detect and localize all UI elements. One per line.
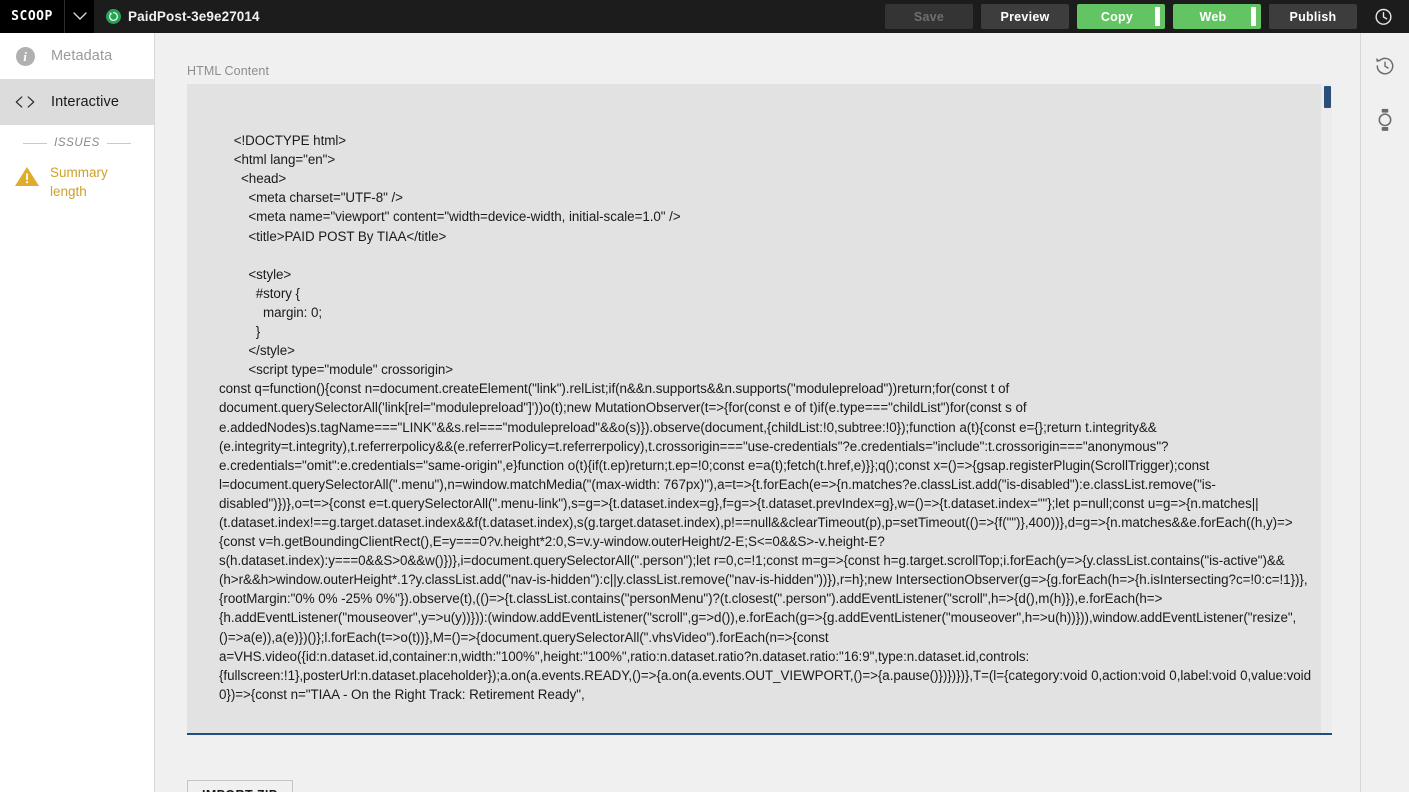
publish-button[interactable]: Publish: [1269, 4, 1357, 29]
html-content-textarea[interactable]: <!DOCTYPE html> <html lang="en"> <head> …: [187, 84, 1332, 733]
issues-section-header: ISSUES: [0, 137, 154, 149]
web-button-label: Web: [1199, 9, 1227, 24]
top-bar: SCOOP PaidPost-3e9e27014 Save Preview Co…: [0, 0, 1409, 33]
sync-glyph: [109, 12, 118, 21]
chevron-down-icon: [72, 12, 87, 20]
copy-button-split-handle[interactable]: [1155, 7, 1160, 26]
web-button[interactable]: Web: [1173, 4, 1261, 29]
document-title: PaidPost-3e9e27014: [128, 9, 260, 24]
brand-logo-block[interactable]: SCOOP: [0, 0, 64, 33]
web-button-split-handle[interactable]: [1251, 7, 1256, 26]
info-icon: i: [13, 44, 37, 68]
clock-history-icon: [1376, 57, 1394, 75]
app-root: SCOOP PaidPost-3e9e27014 Save Preview Co…: [0, 0, 1409, 792]
top-actions: Save Preview Copy Web Publish: [885, 0, 1409, 33]
right-sidebar: [1360, 33, 1409, 792]
html-content-editor-wrapper: <!DOCTYPE html> <html lang="en"> <head> …: [187, 84, 1332, 735]
issues-rule-right: [106, 142, 131, 144]
main-panel: HTML Content <!DOCTYPE html> <html lang=…: [155, 33, 1360, 792]
code-scrollbar-thumb[interactable]: [1324, 86, 1331, 108]
issues-rule-left: [23, 142, 48, 144]
code-braces-icon: [13, 90, 37, 114]
clock-history-icon: [1374, 8, 1392, 25]
stopwatch-button[interactable]: [1368, 103, 1402, 137]
import-zip-button[interactable]: IMPORT ZIP: [187, 780, 293, 792]
sidebar-item-metadata-label: Metadata: [51, 48, 113, 64]
sidebar-item-interactive[interactable]: Interactive: [0, 79, 154, 125]
document-chip[interactable]: PaidPost-3e9e27014: [106, 9, 260, 24]
issue-item-summary-length[interactable]: Summary length: [0, 149, 154, 201]
scoop-logo: SCOOP: [11, 9, 53, 24]
stopwatch-icon: [1378, 108, 1392, 131]
issues-title: ISSUES: [54, 137, 100, 149]
code-braces-glyph: [15, 96, 35, 108]
warning-triangle-icon: [15, 167, 39, 186]
preview-button[interactable]: Preview: [981, 4, 1069, 29]
revision-history-button[interactable]: [1368, 49, 1402, 83]
brand-dropdown-button[interactable]: [64, 0, 94, 33]
left-sidebar: i Metadata Interactive ISSUES Summary le…: [0, 33, 155, 792]
save-button[interactable]: Save: [885, 4, 973, 29]
copy-button[interactable]: Copy: [1077, 4, 1165, 29]
issue-item-label: Summary length: [50, 165, 108, 199]
sync-status-icon: [106, 9, 121, 24]
sidebar-item-interactive-label: Interactive: [51, 94, 119, 110]
info-icon-glyph: i: [15, 46, 35, 66]
sidebar-item-metadata[interactable]: i Metadata: [0, 33, 154, 79]
html-content-label: HTML Content: [187, 64, 270, 78]
copy-button-label: Copy: [1100, 9, 1134, 24]
code-scrollbar-track[interactable]: [1321, 84, 1332, 733]
history-button[interactable]: [1365, 0, 1401, 33]
